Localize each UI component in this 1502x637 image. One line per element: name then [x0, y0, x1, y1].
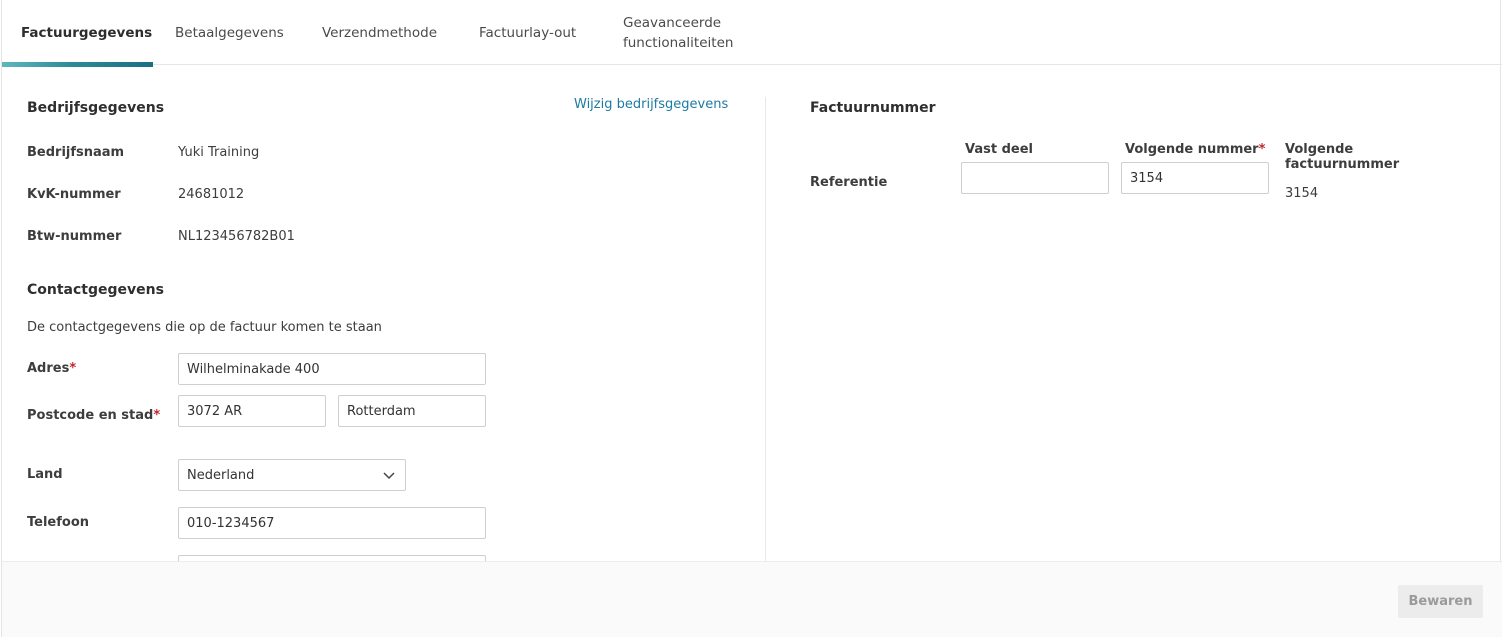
footer-bar: [2, 561, 1502, 637]
tab-betaalgegevens[interactable]: Betaalgegevens: [175, 0, 284, 65]
company-name-label: Bedrijfsnaam: [27, 145, 125, 160]
column-divider: [765, 97, 766, 563]
phone-label: Telefoon: [27, 515, 90, 530]
chevron-down-icon: [381, 467, 397, 483]
next-number-header: Volgende nummer*: [1125, 142, 1266, 157]
postal-code-input[interactable]: 3072 AR: [178, 395, 326, 427]
vat-value: NL123456782B01: [178, 229, 295, 244]
postal-city-label: Postcode en stad*: [27, 408, 161, 423]
next-invoice-number-header: Volgende factuurnummer: [1285, 142, 1400, 172]
required-marker: *: [1258, 142, 1266, 157]
invoice-number-title: Factuurnummer: [810, 100, 936, 116]
vat-label: Btw-nummer: [27, 229, 122, 244]
company-name-value: Yuki Training: [178, 145, 260, 160]
save-button[interactable]: Bewaren: [1398, 585, 1483, 618]
fixed-part-input[interactable]: [961, 162, 1109, 194]
edit-company-link[interactable]: Wijzig bedrijfsgegevens: [574, 97, 728, 112]
country-select-value: Nederland: [187, 467, 255, 483]
contact-description: De contactgegevens die op de factuur kom…: [27, 320, 382, 335]
active-tab-indicator: [2, 62, 153, 67]
next-number-input[interactable]: 3154: [1121, 162, 1269, 194]
address-label: Adres*: [27, 361, 77, 376]
tab-geavanceerde-functionaliteiten[interactable]: Geavanceerde functionaliteiten: [623, 0, 733, 65]
tab-factuurlay-out[interactable]: Factuurlay-out: [479, 0, 576, 65]
fixed-part-header: Vast deel: [965, 142, 1033, 157]
country-select[interactable]: Nederland: [178, 459, 406, 491]
contact-section-title: Contactgegevens: [27, 282, 164, 298]
reference-label: Referentie: [810, 175, 888, 190]
tab-factuurgegevens[interactable]: Factuurgegevens: [21, 0, 152, 65]
phone-input[interactable]: 010-1234567: [178, 507, 486, 539]
city-input[interactable]: Rotterdam: [338, 395, 486, 427]
address-input[interactable]: Wilhelminakade 400: [178, 353, 486, 385]
tab-verzendmethode[interactable]: Verzendmethode: [322, 0, 437, 65]
tab-bar: Factuurgegevens Betaalgegevens Verzendme…: [2, 0, 1502, 67]
required-marker: *: [69, 361, 77, 376]
kvk-label: KvK-nummer: [27, 187, 121, 202]
country-label: Land: [27, 467, 63, 482]
company-section-title: Bedrijfsgegevens: [27, 100, 165, 116]
kvk-value: 24681012: [178, 187, 245, 202]
tab-label-line1: Geavanceerde: [623, 14, 722, 31]
tab-label-line2: functionaliteiten: [623, 34, 734, 51]
settings-frame: Factuurgegevens Betaalgegevens Verzendme…: [1, 0, 1502, 637]
required-marker: *: [153, 408, 161, 423]
next-invoice-number-value: 3154: [1285, 186, 1319, 201]
